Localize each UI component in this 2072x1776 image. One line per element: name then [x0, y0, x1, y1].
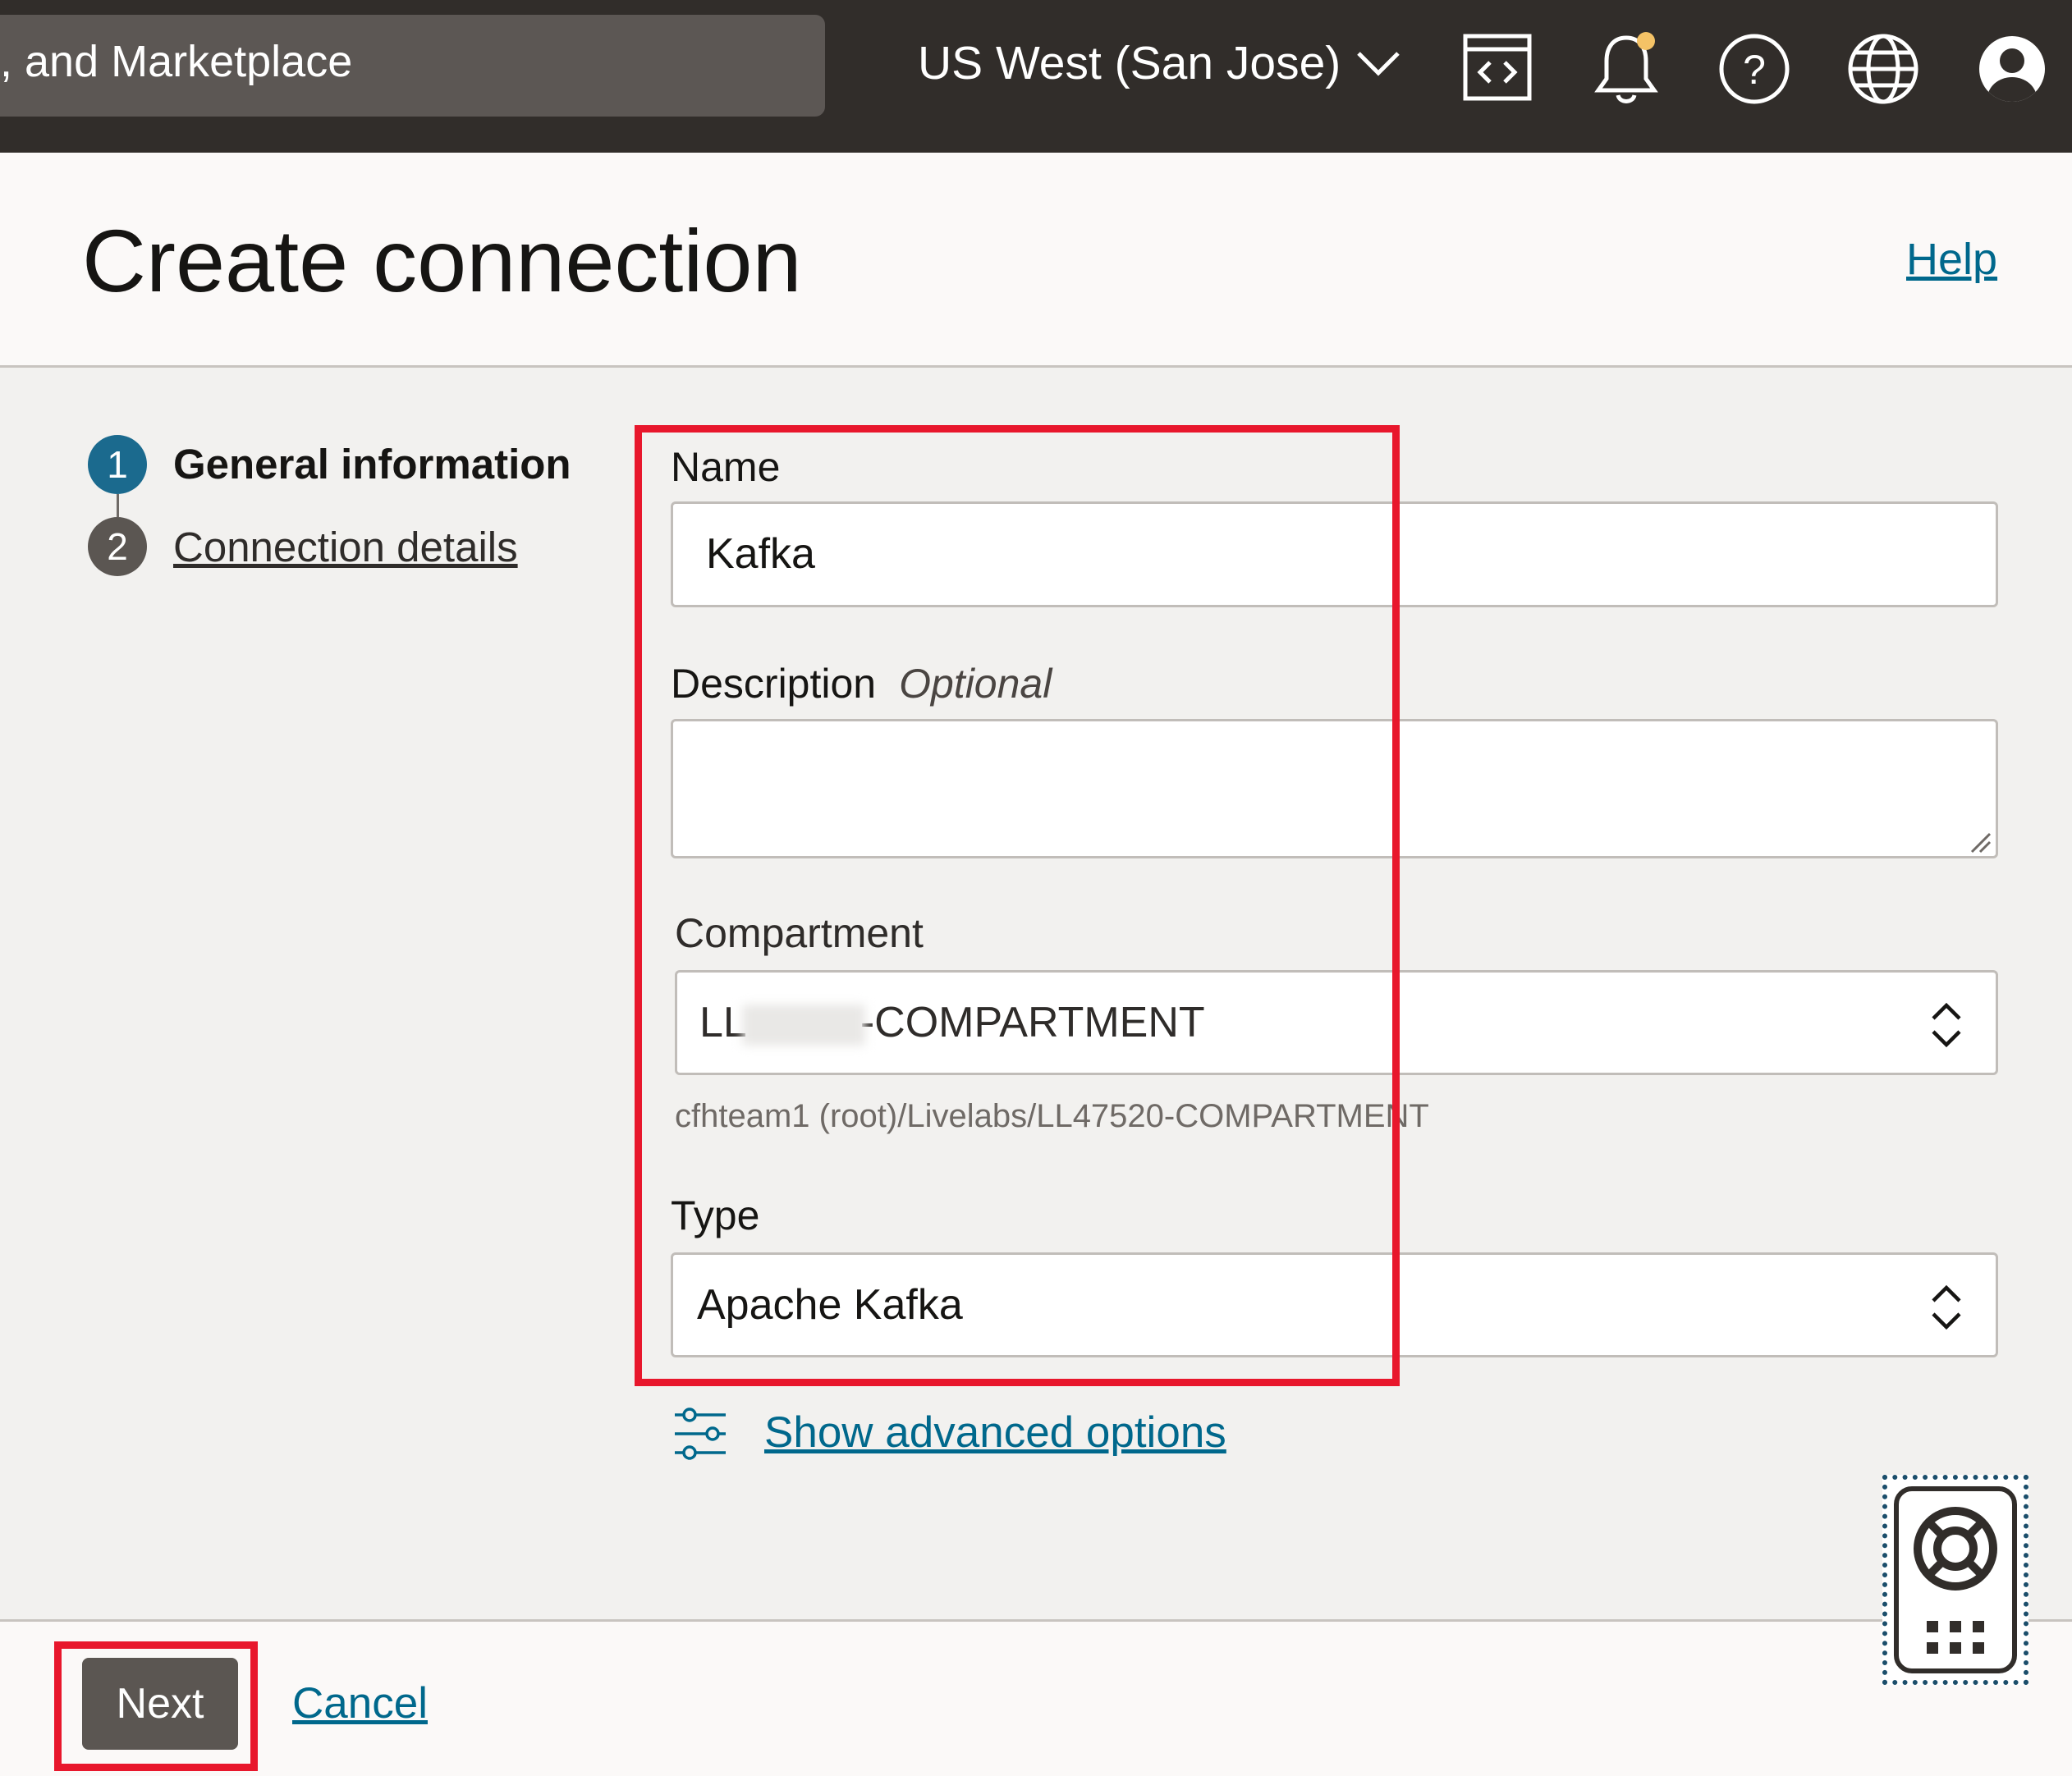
svg-text:?: ? — [1743, 47, 1766, 93]
grid-dots-icon — [1927, 1621, 1984, 1654]
support-widget-button[interactable] — [1882, 1475, 2028, 1685]
resize-handle-icon[interactable] — [1969, 831, 1992, 854]
show-advanced-options-link[interactable]: Show advanced options — [764, 1408, 1226, 1458]
chevron-down-icon — [1357, 52, 1400, 76]
globe-icon[interactable] — [1834, 20, 1932, 118]
annotation-highlight-next — [54, 1641, 258, 1771]
region-label: US West (San Jose) — [918, 37, 1341, 89]
step-number-1: 1 — [88, 435, 147, 494]
code-editor-icon[interactable] — [1447, 20, 1546, 118]
step-connector — [117, 494, 119, 517]
help-link[interactable]: Help — [1906, 234, 1997, 285]
step-general-information: General information — [173, 441, 571, 487]
sliders-icon[interactable] — [672, 1405, 729, 1462]
cancel-link[interactable]: Cancel — [292, 1678, 428, 1728]
annotation-highlight-form — [635, 425, 1400, 1386]
page-title: Create connection — [82, 211, 802, 310]
step-number-2: 2 — [88, 517, 147, 576]
bell-icon[interactable] — [1577, 20, 1675, 118]
user-avatar-icon[interactable] — [1963, 20, 2061, 118]
select-chevron-icon — [1932, 1284, 1961, 1330]
step-connection-details[interactable]: Connection details — [173, 523, 518, 571]
lifebuoy-icon — [1914, 1507, 1997, 1591]
select-chevron-icon — [1932, 1002, 1961, 1048]
support-widget-frame — [1894, 1486, 2017, 1673]
help-circle-icon[interactable]: ? — [1705, 20, 1804, 118]
search-input[interactable]: , and Marketplace — [0, 36, 352, 87]
region-selector[interactable]: US West (San Jose) — [918, 36, 1401, 90]
